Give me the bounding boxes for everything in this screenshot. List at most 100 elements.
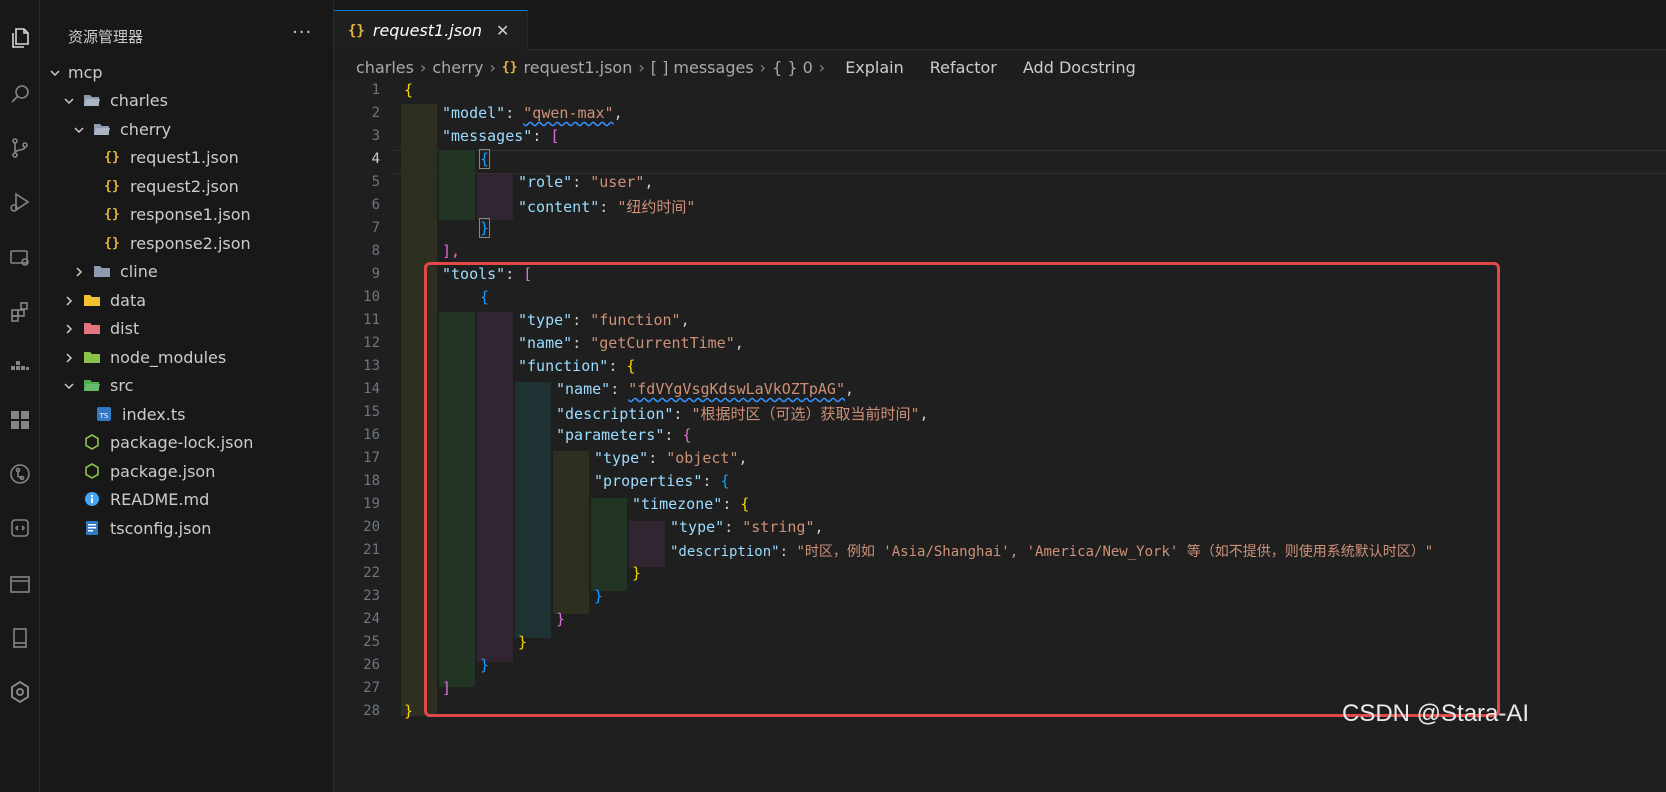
nodejs-file-icon xyxy=(82,433,102,451)
breadcrumb: charles › cherry › {} request1.json › [ … xyxy=(356,55,1136,79)
tree-item-charles[interactable]: charles xyxy=(40,86,334,114)
tree-item-label: index.ts xyxy=(122,404,186,424)
tree-item-package-lock-json[interactable]: package-lock.json xyxy=(40,428,334,456)
tree-item-label: README.md xyxy=(110,489,210,509)
breadcrumb-item[interactable]: charles xyxy=(356,58,414,77)
folder-dist-icon xyxy=(82,319,102,337)
line-number: 16 xyxy=(363,427,380,443)
book-icon[interactable] xyxy=(0,620,40,656)
line-number: 17 xyxy=(363,450,380,466)
indent-guide xyxy=(439,150,475,220)
tree-item-mcp[interactable]: mcp xyxy=(40,58,334,86)
tree-item-request1-json[interactable]: {} request1.json xyxy=(40,143,334,171)
explorer-icon[interactable] xyxy=(0,20,40,56)
line-number: 10 xyxy=(363,289,380,305)
tree-item-cherry[interactable]: cherry xyxy=(40,115,334,143)
breadcrumb-item[interactable]: [ ] messages xyxy=(651,58,754,77)
tree-item-label: mcp xyxy=(68,62,103,82)
tree-item-dist[interactable]: dist xyxy=(40,314,334,342)
tab-request1-json[interactable]: {} request1.json ✕ xyxy=(334,10,528,50)
line-number: 19 xyxy=(363,496,380,512)
tree-item-label: tsconfig.json xyxy=(110,518,212,538)
indent-guide xyxy=(477,174,513,220)
tree-item-readme-md[interactable]: README.md xyxy=(40,485,334,513)
chevron-right-icon: › xyxy=(818,57,826,77)
folder-data-icon xyxy=(82,291,102,309)
remote-explorer-icon[interactable] xyxy=(0,240,40,276)
line-number: 27 xyxy=(363,680,380,696)
code-line: } xyxy=(478,218,491,238)
source-control-icon[interactable] xyxy=(0,130,40,166)
tab-label: request1.json xyxy=(372,21,483,40)
hexagon-plugin-icon[interactable] xyxy=(0,674,40,710)
folder-open-icon xyxy=(92,120,112,138)
line-number: 12 xyxy=(363,335,380,351)
run-debug-icon[interactable] xyxy=(0,184,40,220)
chevron-right-icon xyxy=(62,293,76,307)
line-number: 25 xyxy=(363,634,380,650)
chevron-down-icon xyxy=(48,65,62,79)
json-file-icon: {} xyxy=(348,22,365,39)
line-number: 5 xyxy=(371,174,380,190)
code-line: "content": "纽约时间" xyxy=(518,198,696,216)
line-number: 6 xyxy=(371,197,380,213)
tree-item-label: cherry xyxy=(120,119,172,139)
tree-item-label: node_modules xyxy=(110,347,227,367)
close-icon[interactable]: ✕ xyxy=(496,21,509,40)
code-line: { xyxy=(404,81,414,99)
tree-item-src[interactable]: src xyxy=(40,371,334,399)
line-number: 20 xyxy=(363,519,380,535)
line-number: 24 xyxy=(363,611,380,627)
chevron-down-icon xyxy=(62,93,76,107)
breadcrumb-item[interactable]: { } 0 xyxy=(772,58,813,77)
code-line: "model": "qwen-max", xyxy=(442,104,623,122)
tree-item-label: response1.json xyxy=(130,204,251,224)
tree-item-label: package-lock.json xyxy=(110,432,254,452)
chevron-right-icon xyxy=(72,264,86,278)
tree-item-data[interactable]: data xyxy=(40,286,334,314)
current-line-highlight xyxy=(394,150,1666,174)
chevron-right-icon: › xyxy=(489,57,496,77)
chevron-right-icon: › xyxy=(759,57,767,77)
highlight-annotation-box xyxy=(424,262,1500,717)
tree-item-response2-json[interactable]: {} response2.json xyxy=(40,229,334,257)
window-icon[interactable] xyxy=(0,566,40,602)
tree-item-node-modules[interactable]: node_modules xyxy=(40,343,334,371)
line-number: 9 xyxy=(371,266,380,282)
line-number: 14 xyxy=(363,381,380,397)
tree-item-request2-json[interactable]: {} request2.json xyxy=(40,172,334,200)
tree-item-label: cline xyxy=(120,261,158,281)
breadcrumb-item[interactable]: request1.json xyxy=(524,58,633,77)
more-actions-icon[interactable]: ··· xyxy=(292,22,312,43)
tree-item-tsconfig-json[interactable]: tsconfig.json xyxy=(40,514,334,542)
add-docstring-codelens[interactable]: Add Docstring xyxy=(1023,58,1136,77)
tree-item-response1-json[interactable]: {} response1.json xyxy=(40,200,334,228)
chevron-right-icon: › xyxy=(419,57,427,77)
line-number: 28 xyxy=(363,703,380,719)
breadcrumb-item[interactable]: cherry xyxy=(432,58,483,77)
git-graph-icon[interactable] xyxy=(0,456,40,492)
chevron-right-icon xyxy=(62,321,76,335)
info-icon xyxy=(82,490,102,508)
sidebar-title: 资源管理器 xyxy=(68,28,144,46)
line-number: 18 xyxy=(363,473,380,489)
tree-item-package-json[interactable]: package.json xyxy=(40,457,334,485)
chevron-right-icon xyxy=(62,350,76,364)
grid-apps-icon[interactable] xyxy=(0,402,40,438)
line-number: 11 xyxy=(363,312,380,328)
tree-item-label: request2.json xyxy=(130,176,239,196)
refactor-codelens[interactable]: Refactor xyxy=(930,58,997,77)
explorer-sidebar: 资源管理器 ··· mcp charles cherry {} request1… xyxy=(40,0,334,792)
code-icon[interactable] xyxy=(0,510,40,546)
explain-codelens[interactable]: Explain xyxy=(845,58,904,77)
search-icon[interactable] xyxy=(0,76,40,112)
code-line: ], xyxy=(442,242,461,260)
svg-text:TS: TS xyxy=(99,412,109,420)
tree-item-index-ts[interactable]: TS index.ts xyxy=(40,400,334,428)
line-number: 2 xyxy=(371,105,380,121)
line-number: 15 xyxy=(363,404,380,420)
containers-icon[interactable] xyxy=(0,348,40,384)
json-file-icon: {} xyxy=(104,178,120,194)
extensions-icon[interactable] xyxy=(0,294,40,330)
tree-item-cline[interactable]: cline xyxy=(40,257,334,285)
